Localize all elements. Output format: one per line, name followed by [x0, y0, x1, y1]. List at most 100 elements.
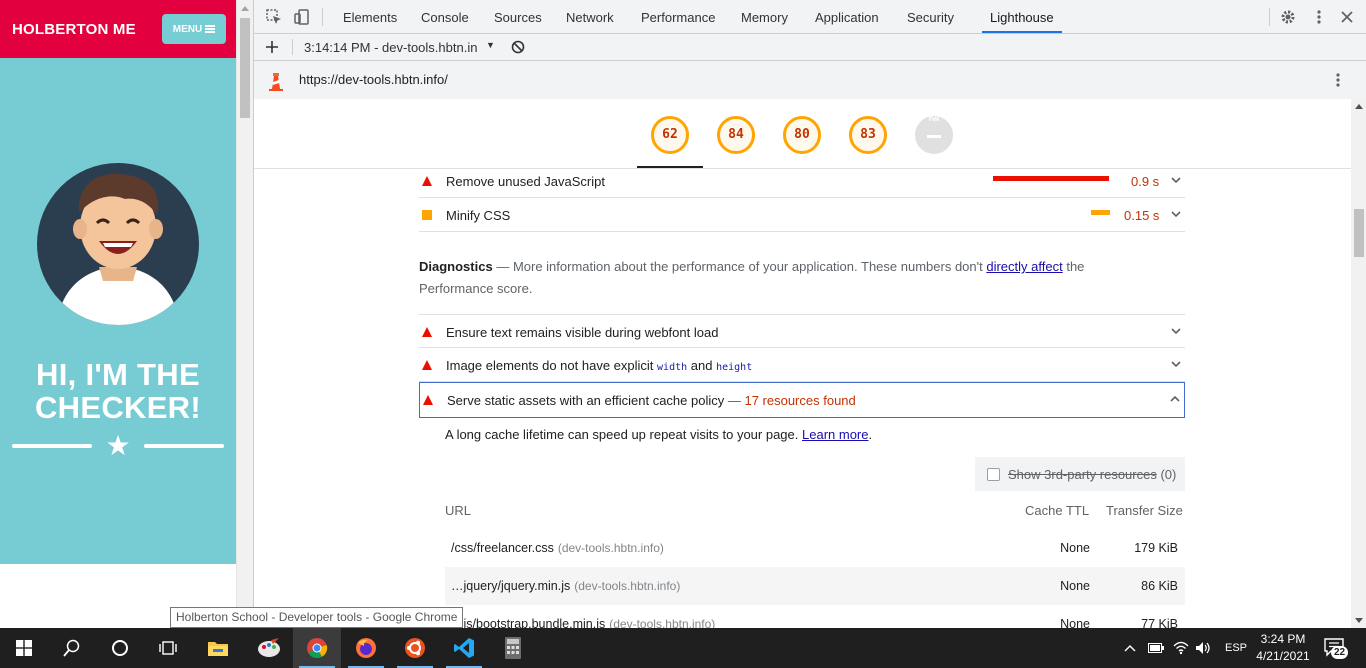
scroll-up-arrow-icon[interactable] [1355, 104, 1363, 109]
gauge-pwa[interactable]: PWA [915, 116, 953, 154]
divider-line-left [12, 444, 92, 448]
scroll-up-arrow-icon[interactable] [241, 6, 249, 11]
taskbar-calculator[interactable] [489, 628, 537, 668]
audit-remove-unused-js[interactable]: Remove unused JavaScript 0.9 s [419, 169, 1185, 198]
more-options-icon[interactable] [1311, 9, 1327, 25]
savings-bar [993, 176, 1109, 181]
hamburger-icon [205, 25, 216, 33]
report-selector[interactable]: 3:14:14 PM - dev-tools.hbtn.in [304, 40, 477, 55]
audit-cache-policy[interactable]: Serve static assets with an efficient ca… [419, 382, 1185, 418]
cache-ttl-value: None [1060, 541, 1090, 555]
savings-value: 0.9 s [1131, 174, 1160, 189]
table-row[interactable]: …jquery/jquery.min.js (dev-tools.hbtn.inf… [445, 567, 1185, 605]
gauge-seo[interactable]: 83 [849, 116, 887, 154]
tab-application[interactable]: Application [815, 0, 879, 33]
diagnostics-header: Diagnostics — More information about the… [419, 256, 1119, 300]
inspect-element-icon[interactable] [266, 9, 282, 25]
menu-label: MENU [172, 23, 203, 35]
resource-path: …js/bootstrap.bundle.min.js [451, 617, 606, 628]
system-clock[interactable]: 3:24 PM 4/21/2021 [1250, 631, 1316, 665]
tab-performance[interactable]: Performance [641, 0, 715, 33]
report-content: Remove unused JavaScript 0.9 s Minify CS… [254, 169, 1351, 628]
report-scrollbar-thumb[interactable] [1354, 209, 1364, 257]
resource-url: …jquery/jquery.min.js (dev-tools.hbtn.inf… [451, 579, 680, 593]
chrome-icon [307, 638, 328, 659]
battery-icon[interactable] [1148, 643, 1164, 653]
tab-memory[interactable]: Memory [741, 0, 788, 33]
device-toolbar-icon[interactable] [294, 9, 310, 25]
table-row[interactable]: /css/freelancer.css (dev-tools.hbtn.info)… [445, 529, 1185, 567]
notification-count-badge: 22 [1331, 646, 1349, 659]
menu-button[interactable]: MENU [162, 14, 226, 44]
tab-security[interactable]: Security [907, 0, 954, 33]
audit-title: Serve static assets with an efficient ca… [447, 393, 856, 408]
taskbar-chrome[interactable] [293, 628, 341, 668]
hero-title-line-2: CHECKER! [34, 390, 201, 425]
gauge-performance[interactable]: 62 [651, 116, 689, 154]
resource-url: …js/bootstrap.bundle.min.js (dev-tools.hb… [451, 617, 715, 628]
report-menu-icon[interactable] [1335, 72, 1341, 88]
cortana-button[interactable] [96, 628, 144, 668]
hero-title: HI, I'M THE CHECKER! [0, 358, 236, 424]
calculator-icon [505, 637, 521, 659]
resource-host: (dev-tools.hbtn.info) [574, 579, 681, 593]
audit-minify-css[interactable]: Minify CSS 0.15 s [419, 198, 1185, 232]
show-hidden-icons-chevron-up-icon[interactable] [1124, 644, 1136, 652]
tab-elements[interactable]: Elements [343, 0, 397, 33]
column-url: URL [445, 503, 472, 518]
tab-console[interactable]: Console [421, 0, 469, 33]
taskbar-paint-app[interactable] [245, 628, 293, 668]
close-devtools-icon[interactable] [1339, 9, 1355, 25]
diagnostics-dash: — [496, 259, 510, 274]
table-row[interactable]: …js/bootstrap.bundle.min.js (dev-tools.hb… [445, 605, 1185, 628]
audit-title: Image elements do not have explicit widt… [446, 358, 752, 373]
tab-lighthouse[interactable]: Lighthouse [982, 0, 1062, 33]
third-party-checkbox[interactable] [987, 468, 1000, 481]
paint-palette-icon [258, 638, 280, 657]
learn-more-link[interactable]: Learn more [802, 427, 868, 442]
fail-triangle-icon [423, 395, 433, 405]
scroll-down-arrow-icon[interactable] [1355, 618, 1363, 623]
period: . [868, 427, 873, 442]
report-url[interactable]: https://dev-tools.hbtn.info/ [299, 72, 448, 87]
score-gauges: 62 84 80 83 PWA [254, 99, 1351, 169]
site-brand[interactable]: HOLBERTON ME [12, 21, 136, 38]
start-button[interactable] [0, 628, 48, 668]
input-language[interactable]: ESP [1225, 642, 1247, 654]
report-dropdown-arrow-icon[interactable]: ▼ [486, 40, 495, 50]
taskbar-firefox[interactable] [342, 628, 390, 668]
settings-gear-icon[interactable] [1280, 9, 1296, 25]
diagnostics-description: More information about the performance o… [512, 259, 983, 274]
vscode-icon [454, 638, 474, 658]
report-scrollbar[interactable] [1351, 99, 1366, 628]
resource-host: (dev-tools.hbtn.info) [609, 617, 716, 628]
gauge-accessibility[interactable]: 84 [717, 116, 755, 154]
audit-webfont-visible[interactable]: Ensure text remains visible during webfo… [419, 314, 1185, 348]
clear-reports-icon[interactable] [511, 40, 525, 54]
audit-title: Minify CSS [446, 208, 511, 223]
new-report-plus-icon[interactable] [266, 41, 278, 53]
page-scrollbar[interactable] [236, 0, 253, 628]
gauge-best-practices[interactable]: 80 [783, 116, 821, 154]
tab-sources[interactable]: Sources [494, 0, 542, 33]
wifi-icon[interactable] [1173, 641, 1189, 655]
lighthouse-toolbar: 3:14:14 PM - dev-tools.hbtn.in ▼ [254, 34, 1366, 61]
volume-icon[interactable] [1195, 641, 1211, 655]
task-view-button[interactable] [144, 628, 192, 668]
audit-image-dimensions[interactable]: Image elements do not have explicit widt… [419, 348, 1185, 382]
devtools-tab-bar: Elements Console Sources Network Perform… [254, 0, 1366, 34]
resource-url: /css/freelancer.css (dev-tools.hbtn.info) [451, 541, 664, 555]
windows-logo-icon [16, 640, 32, 656]
page-scrollbar-thumb[interactable] [240, 18, 250, 118]
taskbar-vscode[interactable] [440, 628, 488, 668]
taskbar-file-explorer[interactable] [194, 628, 242, 668]
tab-network[interactable]: Network [566, 0, 614, 33]
action-center-button[interactable]: 22 [1323, 628, 1349, 668]
taskbar-ubuntu[interactable] [391, 628, 439, 668]
chevron-down-icon [1171, 328, 1181, 335]
cortana-circle-icon [112, 640, 128, 656]
directly-affect-link[interactable]: directly affect [986, 259, 1062, 274]
search-button[interactable] [48, 628, 96, 668]
audit-title: Remove unused JavaScript [446, 174, 605, 189]
diagnostics-title: Diagnostics [419, 259, 493, 274]
